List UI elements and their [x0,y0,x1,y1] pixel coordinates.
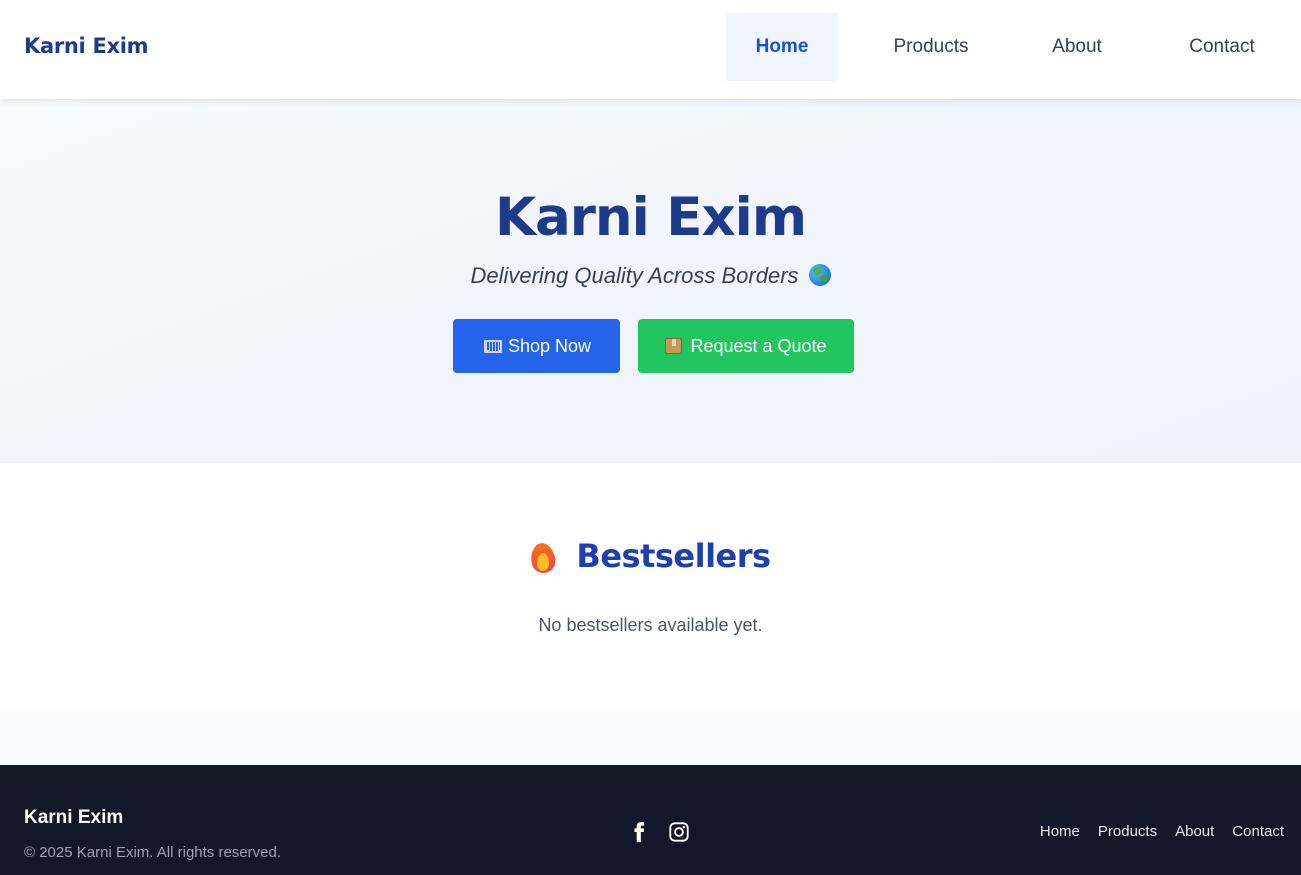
footer-copyright: © 2025 Karni Exim. All rights reserved. [24,844,281,861]
hero-subtitle: Delivering Quality Across Borders [0,263,1301,289]
nav-contact[interactable]: Contact [1163,13,1281,81]
footer-link-products[interactable]: Products [1098,823,1157,840]
footer-link-contact[interactable]: Contact [1232,823,1284,840]
hero-section: Karni Exim Delivering Quality Across Bor… [0,99,1301,463]
request-quote-label: Request a Quote [690,335,827,356]
nav-about[interactable]: About [1025,13,1129,81]
instagram-icon[interactable] [668,821,690,843]
nav-products[interactable]: Products [865,13,997,81]
footer-link-about[interactable]: About [1175,823,1214,840]
bestsellers-heading: Bestsellers [0,537,1301,575]
section-spacer [0,711,1301,765]
bestsellers-title: Bestsellers [576,537,771,575]
cart-icon [482,339,502,353]
hero-title: Karni Exim [494,187,807,248]
shop-now-label: Shop Now [507,335,592,356]
package-icon [665,338,683,354]
bestsellers-empty-message: No bestsellers available yet. [538,615,763,635]
brand-logo[interactable]: Karni Exim [24,34,149,58]
hero-subtitle-text: Delivering Quality Across Borders [470,263,799,288]
nav-home[interactable]: Home [726,13,838,81]
site-footer: Karni Exim © 2025 Karni Exim. All rights… [0,765,1301,875]
bestsellers-section: Bestsellers No bestsellers available yet… [0,463,1301,711]
footer-link-home[interactable]: Home [1040,823,1080,840]
flame-icon [530,539,556,573]
request-quote-button[interactable]: Request a Quote [638,319,854,373]
footer-links: Home Products About Contact [1040,823,1284,840]
shop-now-button[interactable]: Shop Now [453,319,620,373]
footer-brand: Karni Exim [24,807,124,828]
facebook-icon[interactable] [628,821,650,843]
globe-icon [808,264,831,286]
footer-social [628,821,690,843]
site-header: Karni Exim Home Products About Contact [0,0,1301,99]
